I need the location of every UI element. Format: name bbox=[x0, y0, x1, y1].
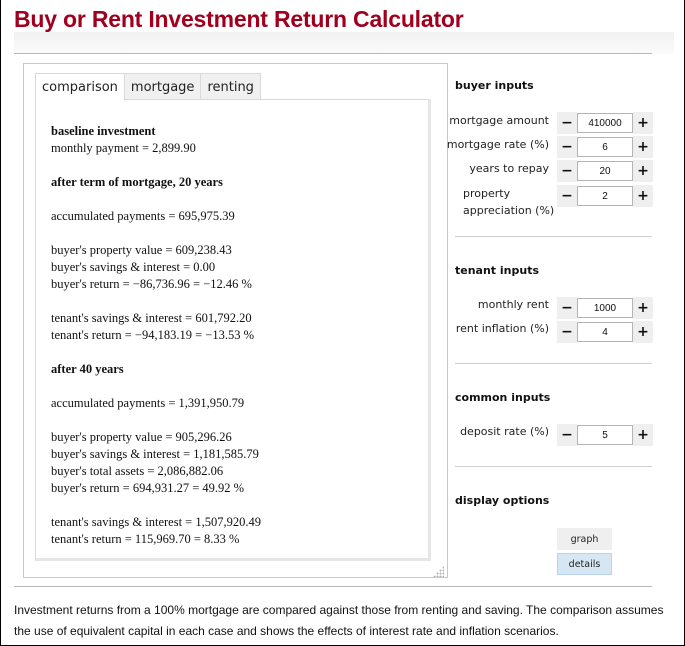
forty-buyer-return: buyer's return = 694,931.27 = 49.92 % bbox=[51, 481, 245, 495]
tab-mortgage[interactable]: mortgage bbox=[124, 73, 202, 100]
deposit-rate-row: deposit rate (%) − + bbox=[455, 424, 653, 446]
monthly-rent-row: monthly rent − + bbox=[455, 297, 653, 319]
page-title: Buy or Rent Investment Return Calculator bbox=[14, 6, 464, 32]
deposit-rate-decrement[interactable]: − bbox=[557, 424, 577, 446]
mortgage-amount-input[interactable] bbox=[577, 113, 633, 133]
monthly-rent-decrement[interactable]: − bbox=[557, 297, 577, 319]
display-options-title: display options bbox=[455, 494, 550, 507]
common-inputs-title: common inputs bbox=[455, 391, 551, 404]
years-to-repay-decrement[interactable]: − bbox=[557, 160, 577, 182]
forty-years-heading: after 40 years bbox=[51, 362, 124, 376]
term-buyer-return: buyer's return = −86,736.96 = −12.46 % bbox=[51, 277, 252, 291]
mortgage-rate-stepper: − + bbox=[557, 136, 653, 158]
years-to-repay-input[interactable] bbox=[577, 161, 633, 181]
deposit-rate-increment[interactable]: + bbox=[633, 424, 653, 446]
rent-inflation-stepper: − + bbox=[557, 321, 653, 343]
deposit-rate-label: deposit rate (%) bbox=[460, 425, 549, 438]
years-to-repay-increment[interactable]: + bbox=[633, 160, 653, 182]
mortgage-amount-row: mortgage amount − + bbox=[449, 112, 653, 134]
term-buyer-property-value: buyer's property value = 609,238.43 bbox=[51, 243, 232, 257]
mortgage-rate-row: mortgage rate (%) − + bbox=[447, 136, 653, 158]
years-to-repay-stepper: − + bbox=[557, 160, 653, 182]
property-appreciation-increment[interactable]: + bbox=[633, 185, 653, 207]
mortgage-rate-input[interactable] bbox=[577, 137, 633, 157]
forty-tenant-savings: tenant's savings & interest = 1,507,920.… bbox=[51, 515, 261, 529]
property-appreciation-label: property appreciation (%) bbox=[463, 187, 555, 217]
forty-buyer-total-assets: buyer's total assets = 2,086,882.06 bbox=[51, 464, 224, 478]
mortgage-rate-increment[interactable]: + bbox=[633, 136, 653, 158]
tab-comparison[interactable]: comparison bbox=[35, 73, 125, 101]
forty-accumulated-payments: accumulated payments = 1,391,950.79 bbox=[51, 396, 245, 410]
rent-inflation-label: rent inflation (%) bbox=[455, 322, 549, 335]
mortgage-rate-decrement[interactable]: − bbox=[557, 136, 577, 158]
rent-inflation-increment[interactable]: + bbox=[633, 321, 653, 343]
forty-buyer-property-value: buyer's property value = 905,296.26 bbox=[51, 430, 232, 444]
rent-inflation-decrement[interactable]: − bbox=[557, 321, 577, 343]
divider bbox=[455, 236, 652, 237]
divider bbox=[455, 363, 652, 364]
footer-description: Investment returns from a 100% mortgage … bbox=[14, 603, 664, 638]
term-heading: after term of mortgage, 20 years bbox=[51, 175, 223, 189]
mortgage-amount-decrement[interactable]: − bbox=[557, 112, 577, 134]
details-button[interactable]: details bbox=[557, 553, 612, 575]
monthly-rent-stepper: − + bbox=[557, 297, 653, 319]
property-appreciation-input[interactable] bbox=[577, 186, 633, 206]
tab-bar: comparison mortgage renting bbox=[35, 73, 261, 101]
forty-buyer-savings: buyer's savings & interest = 1,181,585.7… bbox=[51, 447, 259, 461]
mortgage-amount-increment[interactable]: + bbox=[633, 112, 653, 134]
rent-inflation-input[interactable] bbox=[577, 322, 633, 342]
property-appreciation-decrement[interactable]: − bbox=[557, 185, 577, 207]
years-to-repay-label: years to repay bbox=[469, 162, 549, 175]
property-appreciation-stepper: − + bbox=[557, 185, 653, 207]
term-tenant-return: tenant's return = −94,183.19 = −13.53 % bbox=[51, 328, 254, 342]
monthly-rent-input[interactable] bbox=[577, 298, 633, 318]
deposit-rate-input[interactable] bbox=[577, 425, 633, 445]
graph-button[interactable]: graph bbox=[557, 528, 612, 550]
mortgage-amount-label: mortgage amount bbox=[449, 114, 549, 127]
tenant-inputs-title: tenant inputs bbox=[455, 264, 540, 277]
monthly-rent-increment[interactable]: + bbox=[633, 297, 653, 319]
baseline-heading: baseline investment bbox=[51, 124, 156, 138]
buyer-inputs-title: buyer inputs bbox=[455, 79, 534, 92]
mortgage-rate-label: mortgage rate (%) bbox=[446, 138, 549, 151]
rent-inflation-row: rent inflation (%) − + bbox=[455, 321, 653, 343]
title-band bbox=[14, 32, 674, 54]
deposit-rate-stepper: − + bbox=[557, 424, 653, 446]
property-appreciation-row: property appreciation (%) − + bbox=[455, 185, 653, 217]
tab-renting[interactable]: renting bbox=[201, 73, 261, 100]
forty-tenant-return: tenant's return = 115,969.70 = 8.33 % bbox=[51, 532, 240, 546]
details-text: baseline investment monthly payment = 2,… bbox=[51, 123, 261, 548]
term-buyer-savings: buyer's savings & interest = 0.00 bbox=[51, 260, 216, 274]
monthly-rent-label: monthly rent bbox=[477, 298, 549, 311]
mortgage-amount-stepper: − + bbox=[557, 112, 653, 134]
divider bbox=[455, 466, 652, 467]
term-tenant-savings: tenant's savings & interest = 601,792.20 bbox=[51, 311, 252, 325]
years-to-repay-row: years to repay − + bbox=[455, 160, 653, 182]
monthly-payment: monthly payment = 2,899.90 bbox=[51, 141, 196, 155]
comparison-content: baseline investment monthly payment = 2,… bbox=[35, 99, 431, 561]
term-accumulated-payments: accumulated payments = 695,975.39 bbox=[51, 209, 235, 223]
